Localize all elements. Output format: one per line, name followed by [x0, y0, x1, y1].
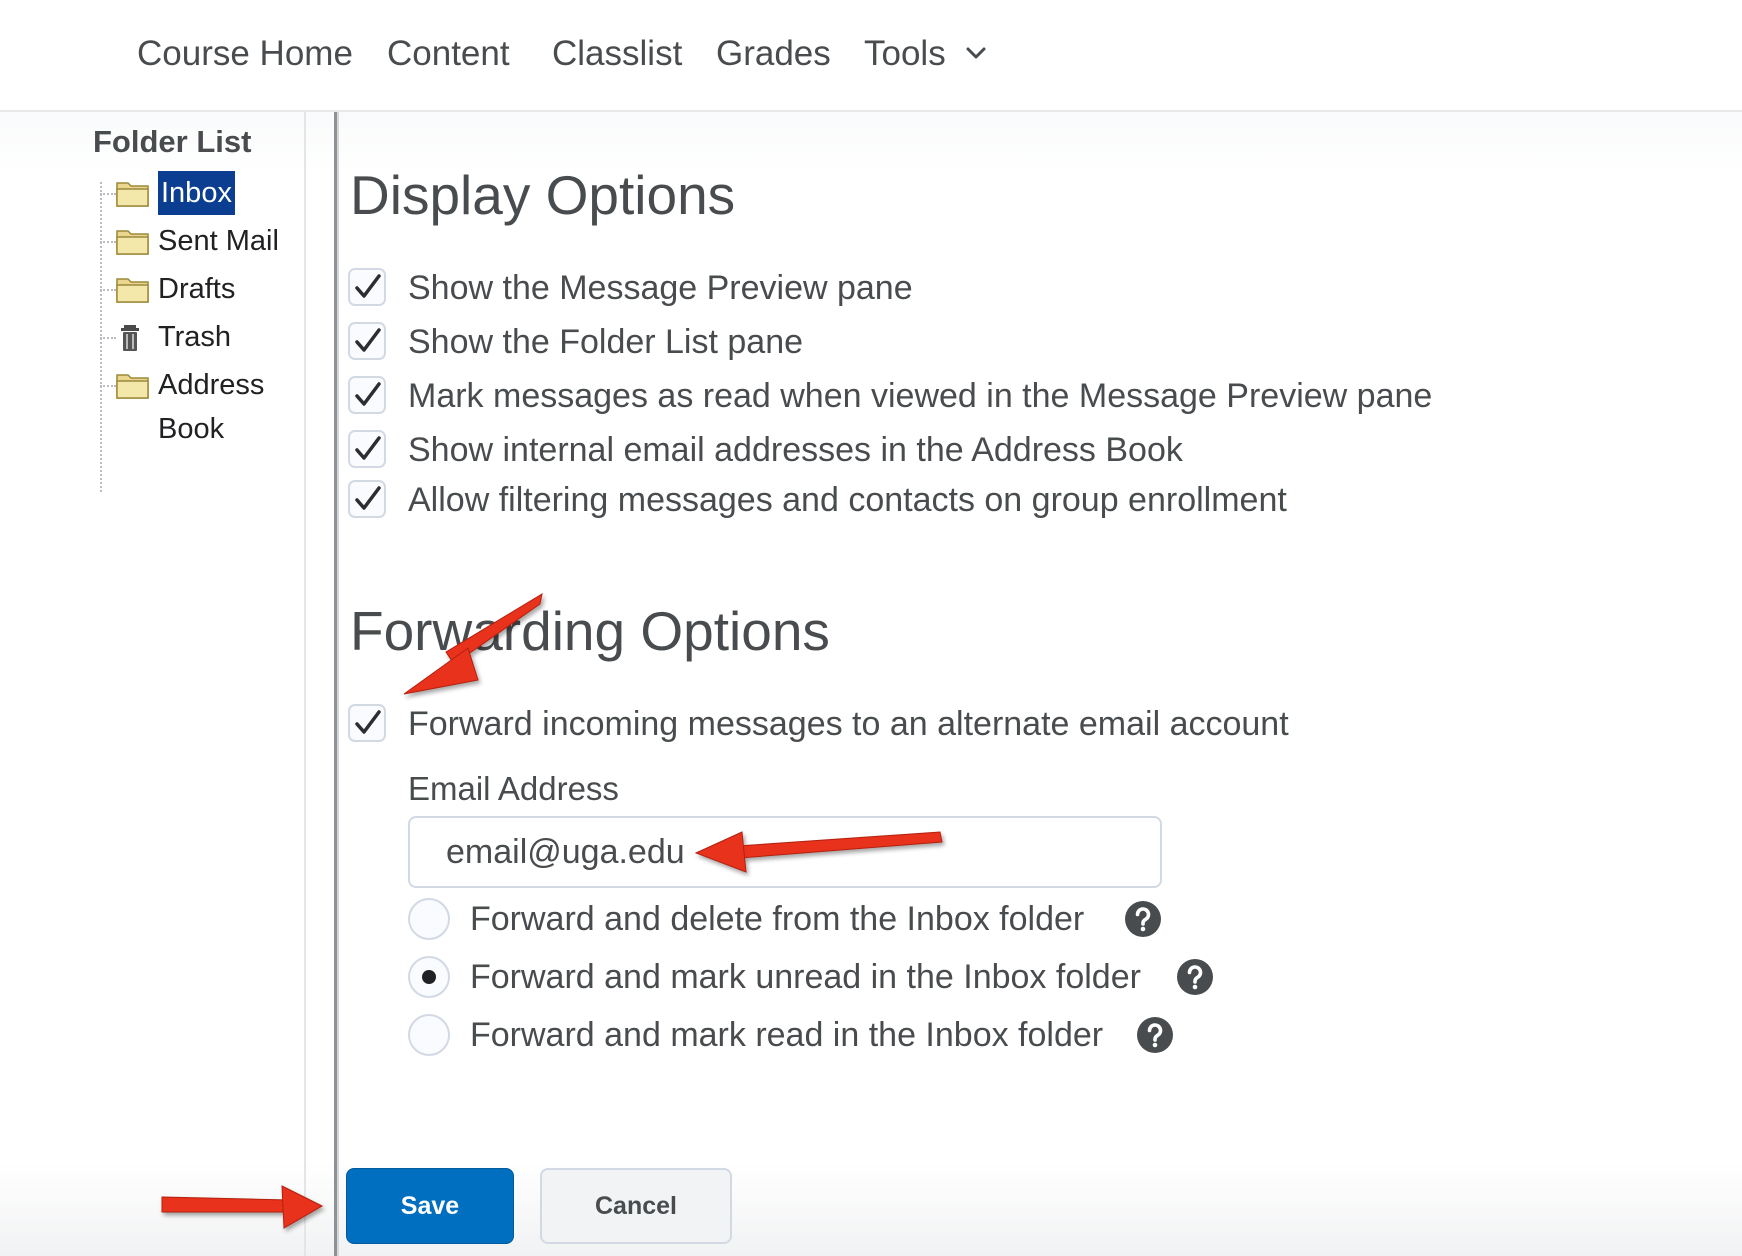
chevron-down-icon: [966, 47, 986, 59]
trash-icon: [121, 325, 139, 351]
cancel-button[interactable]: Cancel: [540, 1168, 732, 1244]
forwarding-options-title: Forwarding Options: [350, 600, 830, 662]
radio-forward-unread[interactable]: [408, 956, 450, 998]
nav-tools[interactable]: Tools: [864, 28, 987, 80]
checkmark-icon: [355, 382, 381, 406]
help-icon[interactable]: [1124, 900, 1162, 938]
checkmark-icon: [355, 436, 381, 460]
checkbox-folder-list[interactable]: [348, 322, 386, 360]
folder-label-address-book: Address Book: [158, 369, 265, 445]
help-icon[interactable]: [1136, 1016, 1174, 1054]
tree-branch: [100, 337, 116, 339]
checkbox-message-preview[interactable]: [348, 268, 386, 306]
option-label: Show the Message Preview pane: [408, 269, 913, 307]
folder-label-inbox: Inbox: [158, 171, 235, 215]
nav-content[interactable]: Content: [387, 28, 510, 80]
option-label: Forward incoming messages to an alternat…: [408, 705, 1289, 743]
tree-branch: [100, 385, 116, 387]
email-address-input[interactable]: [408, 816, 1162, 888]
folder-list-pane: Folder List Inbox Sent Mail Drafts Trash…: [0, 112, 306, 1256]
nav-course-home[interactable]: Course Home: [137, 28, 353, 80]
folder-item-drafts[interactable]: Drafts: [100, 267, 300, 313]
option-label: Show internal email addresses in the Add…: [408, 431, 1183, 469]
save-button[interactable]: Save: [346, 1168, 514, 1244]
checkbox-mark-read[interactable]: [348, 376, 386, 414]
folder-item-sent-mail[interactable]: Sent Mail: [100, 219, 300, 265]
folder-list-title: Folder List: [93, 124, 252, 159]
folder-label-sent-mail: Sent Mail: [158, 225, 279, 257]
folder-label-trash: Trash: [158, 321, 232, 353]
checkbox-internal-email[interactable]: [348, 430, 386, 468]
option-label: Allow filtering messages and contacts on…: [408, 481, 1287, 519]
checkmark-icon: [355, 328, 381, 352]
option-label: Mark messages as read when viewed in the…: [408, 377, 1433, 415]
tree-branch: [100, 193, 116, 195]
folder-icon: [116, 374, 149, 399]
radio-selected-dot: [422, 970, 436, 984]
radio-forward-read[interactable]: [408, 1014, 450, 1056]
radio-label: Forward and delete from the Inbox folder: [470, 900, 1085, 938]
radio-forward-delete[interactable]: [408, 898, 450, 940]
folder-item-address-book[interactable]: Address Book: [100, 363, 300, 453]
option-label: Show the Folder List pane: [408, 323, 804, 361]
checkbox-group-filter[interactable]: [348, 480, 386, 518]
folder-item-trash[interactable]: Trash: [100, 315, 300, 361]
checkbox-forward-incoming[interactable]: [348, 704, 386, 742]
course-navbar: Course Home Content Classlist Grades Too…: [0, 0, 1742, 112]
checkmark-icon: [355, 710, 381, 734]
folder-label-drafts: Drafts: [158, 273, 236, 305]
display-options-title: Display Options: [350, 164, 736, 226]
radio-label: Forward and mark unread in the Inbox fol…: [470, 958, 1141, 996]
nav-tools-label: Tools: [864, 34, 946, 73]
help-icon[interactable]: [1176, 958, 1214, 996]
tree-branch: [100, 241, 116, 243]
folder-icon: [116, 230, 149, 255]
nav-classlist[interactable]: Classlist: [552, 28, 682, 80]
pane-splitter-shadow: [337, 112, 339, 1256]
checkmark-icon: [355, 486, 381, 510]
folder-icon: [116, 278, 149, 303]
email-address-label: Email Address: [408, 770, 619, 807]
checkmark-icon: [355, 274, 381, 298]
folder-item-inbox[interactable]: Inbox: [100, 171, 300, 217]
tree-branch: [100, 289, 116, 291]
nav-grades[interactable]: Grades: [716, 28, 831, 80]
folder-icon: [116, 182, 149, 207]
radio-label: Forward and mark read in the Inbox folde…: [470, 1016, 1104, 1054]
